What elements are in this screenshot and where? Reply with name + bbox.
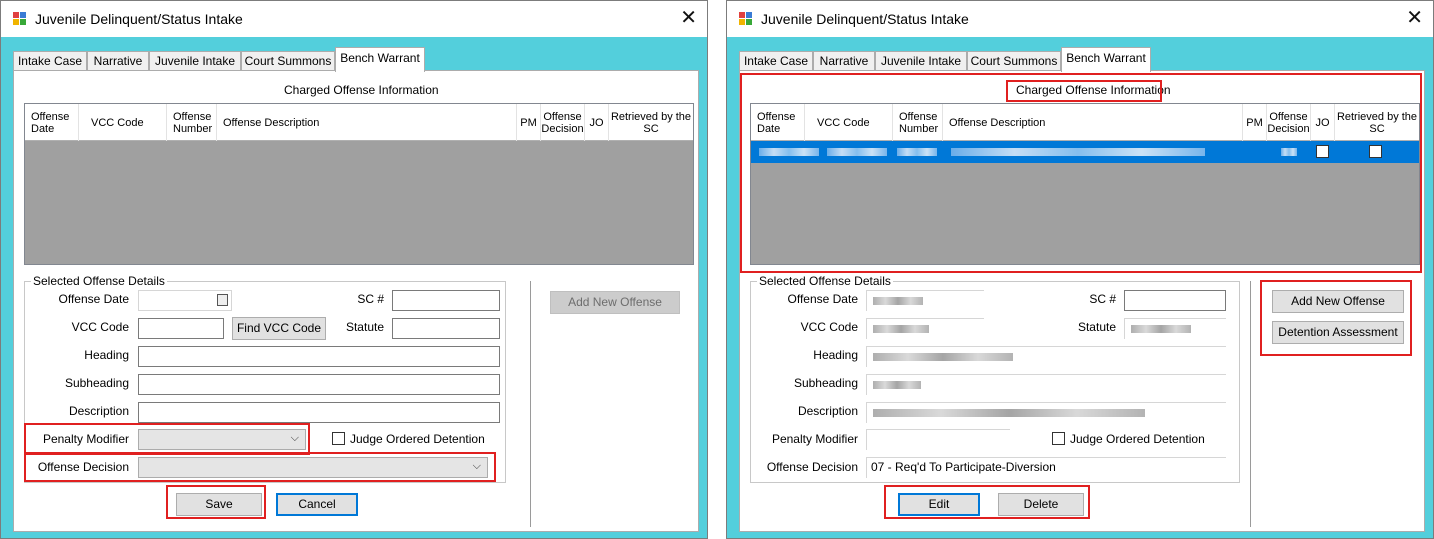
statute-field[interactable] (1124, 318, 1226, 339)
label-description: Description (68, 404, 129, 418)
details-title: Selected Offense Details (757, 274, 893, 288)
label-offense-decision: Offense Decision (766, 460, 858, 474)
grid-header: Offense Date VCC Code Offense Number Off… (25, 104, 693, 141)
label-subheading: Subheading (793, 376, 858, 390)
intake-window-left: Juvenile Delinquent/Status Intake ✕ Inta… (0, 0, 708, 539)
redacted-value (873, 297, 923, 305)
title-bar: Juvenile Delinquent/Status Intake ✕ (1, 1, 707, 37)
label-heading: Heading (813, 348, 858, 362)
highlight-charged-offense-grid (740, 73, 1422, 273)
label-statute: Statute (345, 320, 384, 334)
charged-offense-title: Charged Offense Information (284, 83, 439, 97)
tab-narrative[interactable]: Narrative (813, 51, 875, 71)
cancel-button[interactable]: Cancel (276, 493, 358, 516)
add-new-offense-button[interactable]: Add New Offense (550, 291, 680, 314)
label-vcc-code: VCC Code (71, 320, 129, 334)
label-subheading: Subheading (64, 376, 129, 390)
col-retrieved-by-sc[interactable]: Retrieved by the SC (609, 104, 693, 141)
tab-intake-case[interactable]: Intake Case (13, 51, 87, 71)
calendar-icon[interactable] (217, 294, 228, 306)
redacted-value (873, 381, 921, 389)
label-statute: Statute (1077, 320, 1116, 334)
statute-field[interactable] (392, 318, 500, 339)
col-jo[interactable]: JO (585, 104, 609, 141)
app-icon (13, 12, 29, 26)
find-vcc-code-button[interactable]: Find VCC Code (232, 317, 326, 340)
highlight-offense-decision (24, 452, 496, 482)
sc-number-field[interactable] (1124, 290, 1226, 311)
tab-juvenile-intake[interactable]: Juvenile Intake (875, 51, 967, 71)
offense-date-field[interactable] (138, 290, 232, 311)
heading-field[interactable] (138, 346, 500, 367)
col-offense-date[interactable]: Offense Date (25, 104, 79, 141)
offense-grid[interactable]: Offense Date VCC Code Offense Number Off… (24, 103, 694, 265)
offense-decision-field[interactable]: 07 - Req'd To Participate-Diversion (866, 457, 1226, 478)
title-bar: Juvenile Delinquent/Status Intake ✕ (727, 1, 1433, 37)
highlight-charged-offense-title (1006, 80, 1162, 102)
col-offense-decision[interactable]: Offense Decision (541, 104, 585, 141)
tab-court-summons[interactable]: Court Summons (967, 51, 1061, 71)
tab-juvenile-intake[interactable]: Juvenile Intake (149, 51, 241, 71)
tab-bench-warrant[interactable]: Bench Warrant (335, 47, 425, 72)
intake-window-right: Juvenile Delinquent/Status Intake ✕ Inta… (726, 0, 1434, 539)
bench-warrant-panel: Charged Offense Information Offense Date… (739, 70, 1425, 532)
bench-warrant-panel: Charged Offense Information Offense Date… (13, 70, 699, 532)
redacted-value (873, 325, 929, 333)
col-offense-description[interactable]: Offense Description (217, 104, 517, 141)
close-icon[interactable]: ✕ (1406, 7, 1423, 27)
redacted-value (873, 353, 1013, 361)
label-judge-ordered-detention: Judge Ordered Detention (350, 432, 485, 446)
penalty-modifier-field[interactable] (866, 429, 1010, 450)
label-heading: Heading (84, 348, 129, 362)
col-vcc-code[interactable]: VCC Code (79, 104, 167, 141)
close-icon[interactable]: ✕ (680, 7, 697, 27)
label-sc-number: SC # (1089, 292, 1116, 306)
tab-bench-warrant[interactable]: Bench Warrant (1061, 47, 1151, 72)
redacted-value (873, 409, 1145, 417)
label-judge-ordered-detention: Judge Ordered Detention (1070, 432, 1205, 446)
window-title: Juvenile Delinquent/Status Intake (761, 11, 969, 27)
vertical-divider (1250, 281, 1251, 527)
app-icon (739, 12, 755, 26)
vcc-code-field[interactable] (866, 318, 984, 339)
col-offense-number[interactable]: Offense Number (167, 104, 217, 141)
details-title: Selected Offense Details (31, 274, 167, 288)
col-pm[interactable]: PM (517, 104, 541, 141)
label-vcc-code: VCC Code (800, 320, 858, 334)
judge-ordered-detention-checkbox[interactable] (1052, 432, 1065, 445)
label-description: Description (797, 404, 858, 418)
tab-narrative[interactable]: Narrative (87, 51, 149, 71)
heading-field[interactable] (866, 346, 1226, 367)
tab-intake-case[interactable]: Intake Case (739, 51, 813, 71)
vcc-code-field[interactable] (138, 318, 224, 339)
judge-ordered-detention-checkbox[interactable] (332, 432, 345, 445)
subheading-field[interactable] (866, 374, 1226, 395)
subheading-field[interactable] (138, 374, 500, 395)
label-offense-date: Offense Date (58, 292, 130, 306)
label-sc-number: SC # (357, 292, 384, 306)
highlight-edit-delete (884, 485, 1090, 519)
highlight-side-buttons (1260, 280, 1412, 356)
sc-number-field[interactable] (392, 290, 500, 311)
description-field[interactable] (866, 402, 1226, 423)
highlight-save-button (166, 485, 266, 519)
label-penalty-modifier: Penalty Modifier (771, 432, 858, 446)
description-field[interactable] (138, 402, 500, 423)
tab-court-summons[interactable]: Court Summons (241, 51, 335, 71)
highlight-penalty-modifier (24, 423, 310, 455)
redacted-value (1131, 325, 1191, 333)
label-offense-date: Offense Date (787, 292, 859, 306)
offense-date-field[interactable] (866, 290, 984, 311)
window-title: Juvenile Delinquent/Status Intake (35, 11, 243, 27)
vertical-divider (530, 281, 531, 527)
